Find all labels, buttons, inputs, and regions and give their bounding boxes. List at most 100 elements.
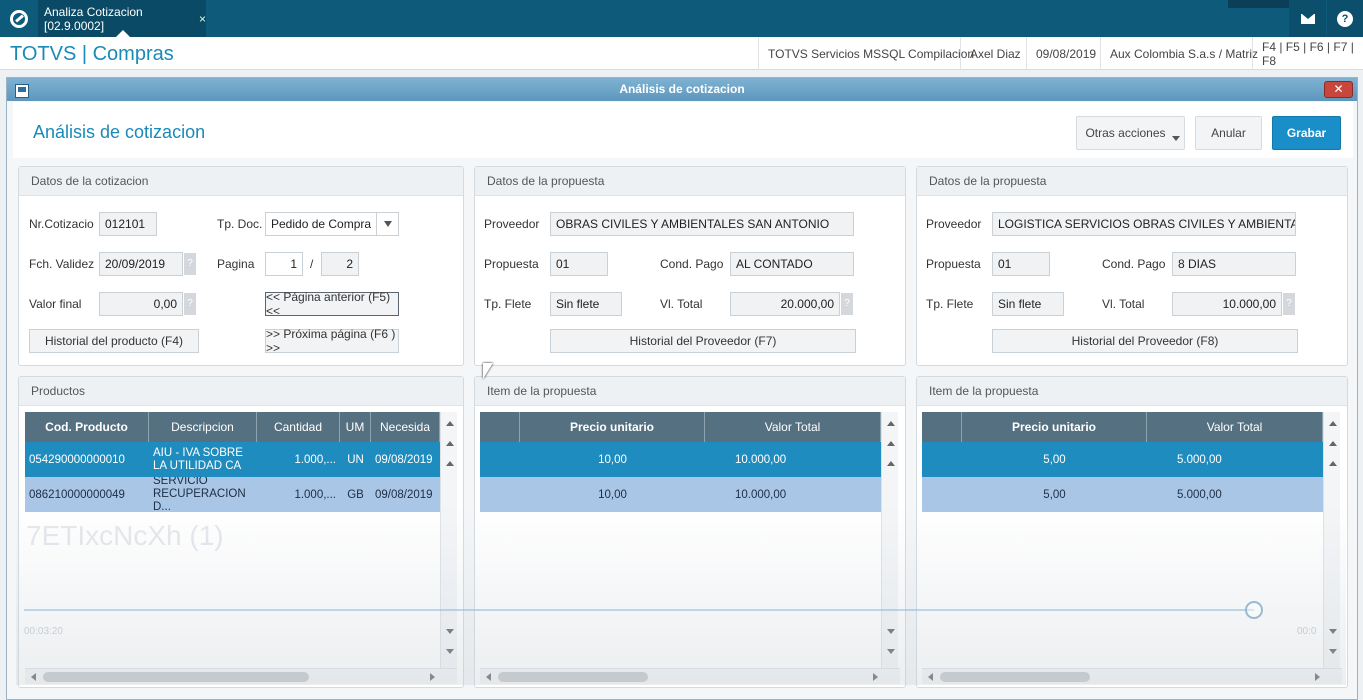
col-blank[interactable]	[480, 412, 520, 442]
cond-pago-field[interactable]: 8 DIAS	[1172, 252, 1296, 276]
user-info[interactable]: Axel Diaz	[960, 37, 1030, 70]
propuesta-field[interactable]: 01	[992, 252, 1050, 276]
help-icon[interactable]: ?	[1327, 0, 1363, 37]
col-blank[interactable]	[922, 412, 962, 442]
pagina-field[interactable]: 1	[265, 252, 303, 276]
video-progress-knob[interactable]	[1245, 601, 1263, 619]
vl-total-field[interactable]: 10.000,00	[1172, 292, 1282, 316]
scroll-page-up-icon[interactable]	[1326, 436, 1339, 450]
historial-producto-button[interactable]: Historial del producto (F4)	[29, 329, 199, 353]
table-row[interactable]: 5,00 5.000,00	[922, 477, 1323, 512]
cond-pago-field[interactable]: AL CONTADO	[730, 252, 854, 276]
scroll-page-down-icon[interactable]	[443, 644, 456, 658]
scroll-right-icon[interactable]	[1312, 672, 1322, 682]
mail-icon[interactable]	[1289, 0, 1327, 37]
col-descripcion[interactable]: Descripcion	[149, 412, 257, 442]
scroll-thumb[interactable]	[940, 672, 1090, 682]
video-progress-bar[interactable]	[24, 609, 1254, 611]
scroll-top-icon[interactable]	[443, 456, 456, 470]
scroll-thumb[interactable]	[43, 672, 309, 682]
help-icon[interactable]: ?	[1283, 293, 1295, 315]
scroll-down-icon[interactable]	[884, 624, 897, 638]
col-um[interactable]: UM	[340, 412, 371, 442]
help-icon[interactable]: ?	[184, 253, 196, 275]
grabar-button[interactable]: Grabar	[1272, 116, 1341, 150]
table-row[interactable]: 10,00 10.000,00	[480, 477, 881, 512]
col-precio-unitario[interactable]: Precio unitario	[962, 412, 1147, 442]
historial-proveedor-f8-button[interactable]: Historial del Proveedor (F8)	[992, 329, 1298, 353]
proveedor-field[interactable]: OBRAS CIVILES Y AMBIENTALES SAN ANTONIO	[550, 212, 854, 236]
scroll-top-icon[interactable]	[1326, 456, 1339, 470]
vl-total-field[interactable]: 20.000,00	[730, 292, 840, 316]
tp-doc-value: Pedido de Compra	[271, 217, 372, 231]
tab-analiza-cotizacion[interactable]: Analiza Cotizacion [02.9.0002] ×	[38, 0, 206, 37]
horizontal-scrollbar[interactable]	[480, 668, 900, 684]
scroll-up-icon[interactable]	[443, 416, 456, 430]
scroll-right-icon[interactable]	[427, 672, 437, 682]
otras-acciones-label: Otras acciones	[1085, 126, 1166, 140]
cell-blank	[922, 477, 962, 512]
scroll-thumb[interactable]	[498, 672, 648, 682]
propuesta-field[interactable]: 01	[550, 252, 608, 276]
shortcut-keys[interactable]: F4 | F5 | F6 | F7 | F8	[1252, 37, 1363, 70]
scroll-left-icon[interactable]	[28, 672, 38, 682]
vertical-scrollbar[interactable]	[881, 412, 898, 668]
cell-total: 10.000,00	[735, 488, 787, 501]
top-bar-divider	[1228, 0, 1289, 8]
tp-flete-field[interactable]: Sin flete	[550, 292, 622, 316]
horizontal-scrollbar[interactable]	[922, 668, 1342, 684]
nr-cotizacion-label: Nr.Cotizacio	[29, 217, 94, 231]
scroll-up-icon[interactable]	[1326, 416, 1339, 430]
scroll-page-down-icon[interactable]	[1326, 644, 1339, 658]
col-valor-total[interactable]: Valor Total	[705, 412, 881, 442]
panel-title: Item de la propuesta	[475, 377, 905, 406]
vertical-scrollbar[interactable]	[1323, 412, 1340, 668]
table-row[interactable]: 054290000000010 AIU - IVA SOBRE LA UTILI…	[25, 442, 440, 477]
tp-doc-select[interactable]: Pedido de Compra	[265, 212, 399, 236]
pagina-total-field: 2	[321, 252, 359, 276]
otras-acciones-button[interactable]: Otras acciones	[1076, 116, 1185, 150]
table-row[interactable]: 086210000000049 SERVICIO RECUPERACION D.…	[25, 477, 440, 512]
analisis-dialog: Análisis de cotizacion ✕ Análisis de cot…	[6, 77, 1358, 700]
tab-close-icon[interactable]: ×	[199, 12, 206, 26]
col-precio-unitario[interactable]: Precio unitario	[520, 412, 705, 442]
scroll-page-up-icon[interactable]	[884, 436, 897, 450]
valor-final-field[interactable]: 0,00	[99, 292, 183, 316]
company-info[interactable]: Aux Colombia S.a.s / Matriz	[1100, 37, 1267, 70]
pagina-anterior-button[interactable]: << Página anterior (F5) <<	[265, 290, 399, 318]
date-info[interactable]: 09/08/2019	[1026, 37, 1105, 70]
propuesta-label: Propuesta	[926, 257, 981, 271]
table-row[interactable]: 10,00 10.000,00	[480, 442, 881, 477]
scroll-page-down-icon[interactable]	[884, 644, 897, 658]
horizontal-scrollbar[interactable]	[25, 668, 457, 684]
scroll-up-icon[interactable]	[884, 416, 897, 430]
col-necesidad[interactable]: Necesida	[371, 412, 440, 442]
fch-validez-field[interactable]: 20/09/2019	[99, 252, 183, 276]
col-cod-producto[interactable]: Cod. Producto	[25, 412, 149, 442]
tp-flete-field[interactable]: Sin flete	[992, 292, 1064, 316]
help-icon[interactable]: ?	[841, 293, 853, 315]
mouse-pointer-icon	[483, 363, 493, 379]
vertical-scrollbar[interactable]	[440, 412, 457, 668]
help-icon[interactable]: ?	[184, 293, 196, 315]
col-cantidad[interactable]: Cantidad	[257, 412, 340, 442]
scroll-right-icon[interactable]	[870, 672, 880, 682]
scroll-left-icon[interactable]	[925, 672, 935, 682]
environment-info[interactable]: TOTVS Servicios MSSQL Compilacion	[758, 37, 983, 70]
scroll-left-icon[interactable]	[483, 672, 493, 682]
scroll-down-icon[interactable]	[443, 624, 456, 638]
cell-cod: 054290000000010	[29, 453, 125, 466]
chevron-down-icon[interactable]	[376, 213, 398, 235]
table-row[interactable]: 5,00 5.000,00	[922, 442, 1323, 477]
close-dialog-button[interactable]: ✕	[1324, 81, 1353, 98]
anular-button[interactable]: Anular	[1195, 116, 1262, 150]
scroll-top-icon[interactable]	[884, 456, 897, 470]
proveedor-field[interactable]: LOGISTICA SERVICIOS OBRAS CIVILES Y AMBI…	[992, 212, 1296, 236]
scroll-down-icon[interactable]	[1326, 624, 1339, 638]
scroll-page-up-icon[interactable]	[443, 436, 456, 450]
col-valor-total[interactable]: Valor Total	[1147, 412, 1323, 442]
totvs-logo-icon[interactable]	[0, 0, 38, 37]
nr-cotizacion-field[interactable]: 012101	[99, 212, 157, 236]
proxima-pagina-button[interactable]: >> Próxima página (F6 ) >>	[265, 327, 399, 355]
historial-proveedor-f7-button[interactable]: Historial del Proveedor (F7)	[550, 329, 856, 353]
